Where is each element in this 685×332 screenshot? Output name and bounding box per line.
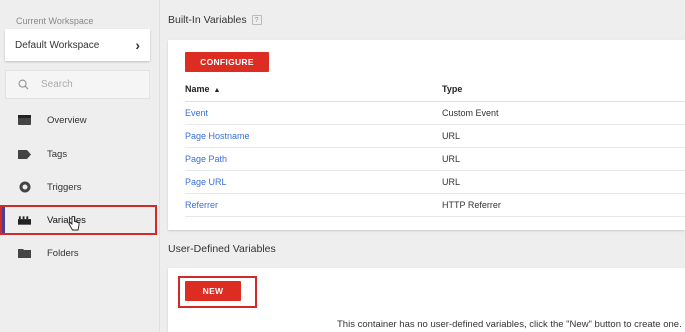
sidebar-item-triggers[interactable]: Triggers [0, 172, 160, 202]
type-column-header: Type [442, 78, 685, 102]
empty-message: This container has no user-defined varia… [337, 319, 682, 330]
sidebar-item-label: Triggers [47, 181, 82, 193]
table-row: Referrer HTTP Referrer [185, 193, 685, 217]
variable-name-link[interactable]: Page Hostname [185, 124, 442, 148]
name-header-label: Name [185, 84, 210, 95]
sidebar-item-overview[interactable]: Overview [0, 105, 160, 135]
builtin-variables-table: Name ▲ Type Event Custom Event Page Hostna… [185, 78, 685, 217]
sidebar-item-label: Variables [47, 214, 86, 226]
sidebar-item-label: Tags [47, 148, 68, 160]
search-input[interactable]: Search [5, 70, 150, 99]
table-row: Page Hostname URL [185, 124, 685, 148]
table-row: Event Custom Event [185, 101, 685, 125]
variable-name-link[interactable]: Referrer [185, 193, 442, 217]
folder-icon [18, 248, 31, 259]
sidebar: Current Workspace Default Workspace › Se… [0, 0, 160, 332]
variable-type: HTTP Referrer [442, 193, 685, 217]
name-column-header[interactable]: Name ▲ [185, 78, 442, 102]
sidebar-item-tags[interactable]: Tags [0, 139, 160, 169]
builtin-variables-card: CONFIGURE Name ▲ Type Event Custom Event P… [168, 40, 685, 230]
workspace-name: Default Workspace [15, 39, 100, 51]
workspace-label: Current Workspace [16, 16, 94, 26]
search-icon [18, 79, 29, 90]
new-button[interactable]: NEW [185, 281, 241, 301]
hand-cursor-icon [68, 216, 80, 231]
tag-icon [18, 149, 31, 160]
variable-type: URL [442, 124, 685, 148]
variable-type: Custom Event [442, 101, 685, 125]
overview-icon [18, 115, 31, 126]
configure-button[interactable]: CONFIGURE [185, 52, 269, 72]
table-header-row: Name ▲ Type [185, 78, 685, 102]
variable-name-link[interactable]: Page Path [185, 147, 442, 171]
variables-icon [18, 215, 31, 226]
workspace-selector[interactable]: Default Workspace › [5, 29, 150, 61]
help-icon[interactable]: ? [251, 15, 262, 26]
chevron-right-icon: › [135, 37, 140, 53]
user-defined-variables-title: User-Defined Variables [168, 243, 276, 255]
variable-name-link[interactable]: Page URL [185, 170, 442, 194]
section-title-text: Built-In Variables [168, 14, 247, 26]
sidebar-item-label: Folders [47, 247, 79, 259]
table-row: Page URL URL [185, 170, 685, 194]
variable-name-link[interactable]: Event [185, 101, 442, 125]
user-defined-variables-card: NEW This container has no user-defined v… [168, 268, 685, 332]
trigger-icon [18, 181, 31, 193]
sidebar-item-variables[interactable]: Variables [0, 205, 157, 235]
main-content: Built-In Variables? CONFIGURE Name ▲ Type… [161, 0, 685, 332]
table-row: Page Path URL [185, 147, 685, 171]
builtin-variables-title: Built-In Variables? [168, 14, 262, 26]
active-indicator [2, 207, 5, 233]
search-placeholder: Search [41, 79, 73, 90]
variable-type: URL [442, 170, 685, 194]
sort-asc-icon: ▲ [213, 87, 221, 95]
variable-type: URL [442, 147, 685, 171]
sidebar-item-label: Overview [47, 114, 87, 126]
sidebar-item-folders[interactable]: Folders [0, 238, 160, 268]
